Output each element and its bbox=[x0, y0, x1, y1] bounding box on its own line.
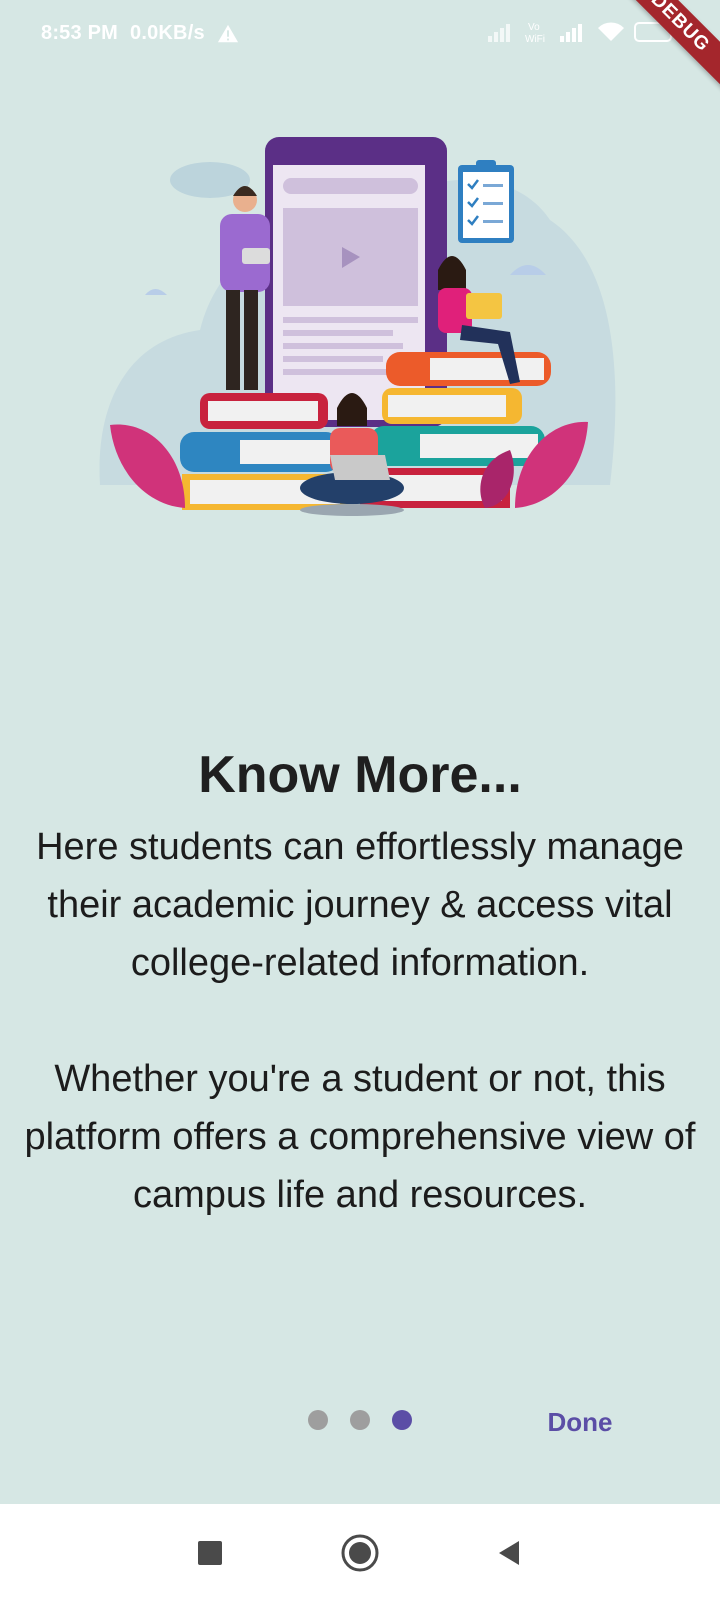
back-button[interactable] bbox=[485, 1528, 535, 1578]
description-paragraph: Whether you're a student or not, this pl… bbox=[24, 1058, 696, 1216]
wifi-icon bbox=[598, 22, 624, 41]
status-time: 8:53 PM bbox=[41, 22, 118, 44]
done-button[interactable]: Done bbox=[530, 1404, 630, 1440]
svg-text:Vo: Vo bbox=[528, 22, 540, 33]
vowifi-icon: Vo WiFi bbox=[525, 22, 545, 44]
signal-icon bbox=[560, 24, 582, 42]
students-learning-illustration bbox=[99, 137, 616, 516]
page-dot-active[interactable] bbox=[392, 1410, 412, 1430]
status-bar: 8:53 PM 0.0KB/s Vo WiFi bbox=[0, 0, 720, 72]
svg-text:WiFi: WiFi bbox=[525, 34, 545, 44]
page-dot[interactable] bbox=[350, 1410, 370, 1430]
home-button[interactable] bbox=[335, 1528, 385, 1578]
description-paragraph: Here students can effortlessly manage th… bbox=[36, 826, 684, 984]
navigation-bar bbox=[0, 1504, 720, 1600]
back-triangle-icon bbox=[499, 1541, 519, 1565]
status-left: 8:53 PM 0.0KB/s bbox=[41, 22, 239, 45]
signal-icon bbox=[488, 24, 510, 42]
warning-icon bbox=[217, 24, 238, 42]
status-right: Vo WiFi bbox=[488, 20, 678, 44]
page-dot[interactable] bbox=[308, 1410, 328, 1430]
recents-square-icon bbox=[198, 1541, 222, 1565]
home-circle-icon bbox=[341, 1534, 379, 1572]
recents-button[interactable] bbox=[185, 1528, 235, 1578]
description: Here students can effortlessly manage th… bbox=[20, 818, 700, 1266]
status-net-speed: 0.0KB/s bbox=[130, 22, 205, 44]
page-title: Know More... bbox=[198, 746, 522, 804]
